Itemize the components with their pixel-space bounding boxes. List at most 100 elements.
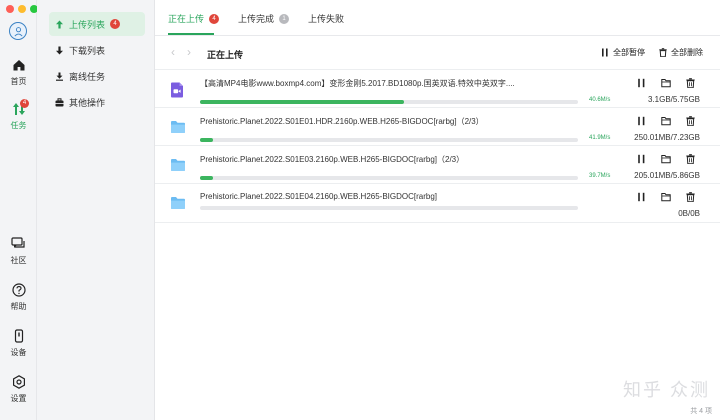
subnav-item-label: 下载列表	[69, 45, 106, 56]
watermark: 知乎 众测	[622, 380, 710, 400]
file-size: 0B/0B	[678, 209, 700, 218]
pause-icon	[602, 48, 608, 57]
pause-icon	[638, 78, 645, 88]
file-size: 3.1GB/5.75GB	[647, 95, 700, 104]
list-title: 正在上传	[207, 50, 244, 60]
delete-all-button[interactable]: 全部删除	[659, 47, 703, 58]
window-controls	[6, 5, 38, 13]
subnav-item-label: 其他操作	[69, 97, 106, 108]
folder-outline-icon	[661, 155, 671, 164]
pause-button[interactable]	[637, 154, 646, 164]
delete-button[interactable]	[686, 192, 695, 202]
rail-item-label: 设置	[10, 394, 27, 403]
open-folder-button[interactable]	[661, 154, 671, 164]
progress-bar	[200, 206, 578, 210]
file-size: 250.01MB/7.23GB	[634, 133, 700, 142]
avatar[interactable]	[9, 22, 27, 40]
minimize-window-button[interactable]	[18, 5, 26, 13]
download-arrow-icon	[56, 46, 63, 54]
upload-speed: 41.9M/s	[589, 135, 611, 141]
video-file-icon	[170, 82, 184, 103]
subnav-item-offline-tasks[interactable]: 离线任务	[49, 64, 145, 88]
list-toolbar: ‹ › 正在上传 全部暂停 全部删除	[155, 36, 720, 68]
tab-upload-failed[interactable]: 上传失败	[308, 12, 344, 25]
pause-all-button[interactable]: 全部暂停	[601, 47, 645, 58]
trash-icon	[686, 192, 695, 202]
tasks-badge: 4	[20, 99, 29, 108]
delete-all-label: 全部删除	[671, 48, 703, 57]
folder-icon	[170, 158, 186, 177]
subnav-item-other-actions[interactable]: 其他操作	[49, 90, 145, 114]
pause-icon	[638, 154, 645, 164]
open-folder-button[interactable]	[661, 78, 671, 88]
chat-icon	[11, 237, 25, 248]
rail-item-label: 社区	[10, 256, 27, 265]
list-item[interactable]: Prehistoric.Planet.2022.S01E01.HDR.2160p…	[155, 108, 720, 146]
home-icon	[13, 60, 24, 71]
tab-label: 正在上传	[168, 14, 205, 24]
tab-badge: 1	[279, 13, 290, 24]
progress-fill	[200, 138, 214, 142]
user-icon	[13, 26, 23, 36]
upload-arrow-icon	[56, 20, 63, 28]
pause-button[interactable]	[637, 78, 646, 88]
help-icon	[11, 283, 26, 297]
upload-list: 【高清MP4电影www.boxmp4.com】变形金刚5.2017.BD1080…	[155, 69, 720, 223]
open-folder-button[interactable]	[661, 192, 671, 202]
device-icon	[14, 329, 23, 343]
rail-item-community[interactable]: 社区	[0, 237, 37, 266]
upload-list-badge: 4	[110, 19, 121, 29]
upload-speed: 40.6M/s	[589, 97, 611, 103]
list-item[interactable]: Prehistoric.Planet.2022.S01E04.2160p.WEB…	[155, 184, 720, 222]
trash-icon	[686, 78, 695, 88]
offline-download-icon	[56, 72, 63, 81]
task-subnav: 上传列表 4 下载列表 离线任务 其他操作	[37, 0, 155, 420]
active-tab-indicator	[168, 33, 214, 35]
trash-icon	[686, 116, 695, 126]
pause-button[interactable]	[637, 116, 646, 126]
rail-item-label: 帮助	[10, 302, 27, 311]
tab-bar: 正在上传 4 上传完成 1 上传失败	[155, 0, 720, 36]
rail-item-tasks[interactable]: 4 任务	[0, 99, 37, 131]
delete-button[interactable]	[686, 116, 695, 126]
subnav-item-label: 上传列表	[69, 19, 106, 30]
folder-outline-icon	[661, 79, 671, 88]
pause-icon	[638, 116, 645, 126]
folder-outline-icon	[661, 193, 671, 202]
tab-uploading[interactable]: 正在上传 4	[168, 12, 220, 25]
pause-all-label: 全部暂停	[613, 48, 645, 57]
file-name: Prehistoric.Planet.2022.S01E01.HDR.2160p…	[200, 117, 484, 126]
tab-badge: 4	[209, 13, 220, 24]
delete-button[interactable]	[686, 78, 695, 88]
delete-button[interactable]	[686, 154, 695, 164]
subnav-item-label: 离线任务	[69, 71, 106, 82]
list-item[interactable]: Prehistoric.Planet.2022.S01E03.2160p.WEB…	[155, 146, 720, 184]
file-name: 【高清MP4电影www.boxmp4.com】变形金刚5.2017.BD1080…	[200, 79, 515, 88]
forward-arrow-icon[interactable]: ›	[187, 46, 191, 58]
rail-item-device[interactable]: 设备	[0, 329, 37, 358]
trash-icon	[686, 154, 695, 164]
rail-item-label: 首页	[10, 77, 27, 86]
open-folder-button[interactable]	[661, 116, 671, 126]
rail-item-settings[interactable]: 设置	[0, 375, 37, 404]
folder-icon	[170, 120, 186, 139]
briefcase-icon	[55, 97, 64, 106]
progress-bar	[200, 138, 578, 142]
subnav-item-upload-list[interactable]: 上传列表 4	[49, 12, 145, 36]
list-item[interactable]: 【高清MP4电影www.boxmp4.com】变形金刚5.2017.BD1080…	[155, 70, 720, 108]
trash-icon	[659, 48, 667, 57]
upload-speed: 39.7M/s	[589, 173, 611, 179]
tab-label: 上传失败	[308, 14, 345, 24]
tab-upload-complete[interactable]: 上传完成 1	[238, 12, 290, 25]
close-window-button[interactable]	[6, 5, 14, 13]
rail-item-label: 任务	[10, 121, 27, 130]
rail-item-help[interactable]: 帮助	[0, 283, 37, 312]
back-arrow-icon[interactable]: ‹	[171, 46, 175, 58]
pause-button[interactable]	[637, 192, 646, 202]
rail-item-label: 设备	[10, 348, 27, 357]
file-name: Prehistoric.Planet.2022.S01E04.2160p.WEB…	[200, 192, 438, 201]
folder-outline-icon	[661, 117, 671, 126]
main-panel: 正在上传 4 上传完成 1 上传失败 ‹ › 正在上传 全部暂停 全部删除 【高…	[155, 0, 720, 420]
subnav-item-download-list[interactable]: 下载列表	[49, 38, 145, 62]
rail-item-home[interactable]: 首页	[0, 58, 37, 87]
